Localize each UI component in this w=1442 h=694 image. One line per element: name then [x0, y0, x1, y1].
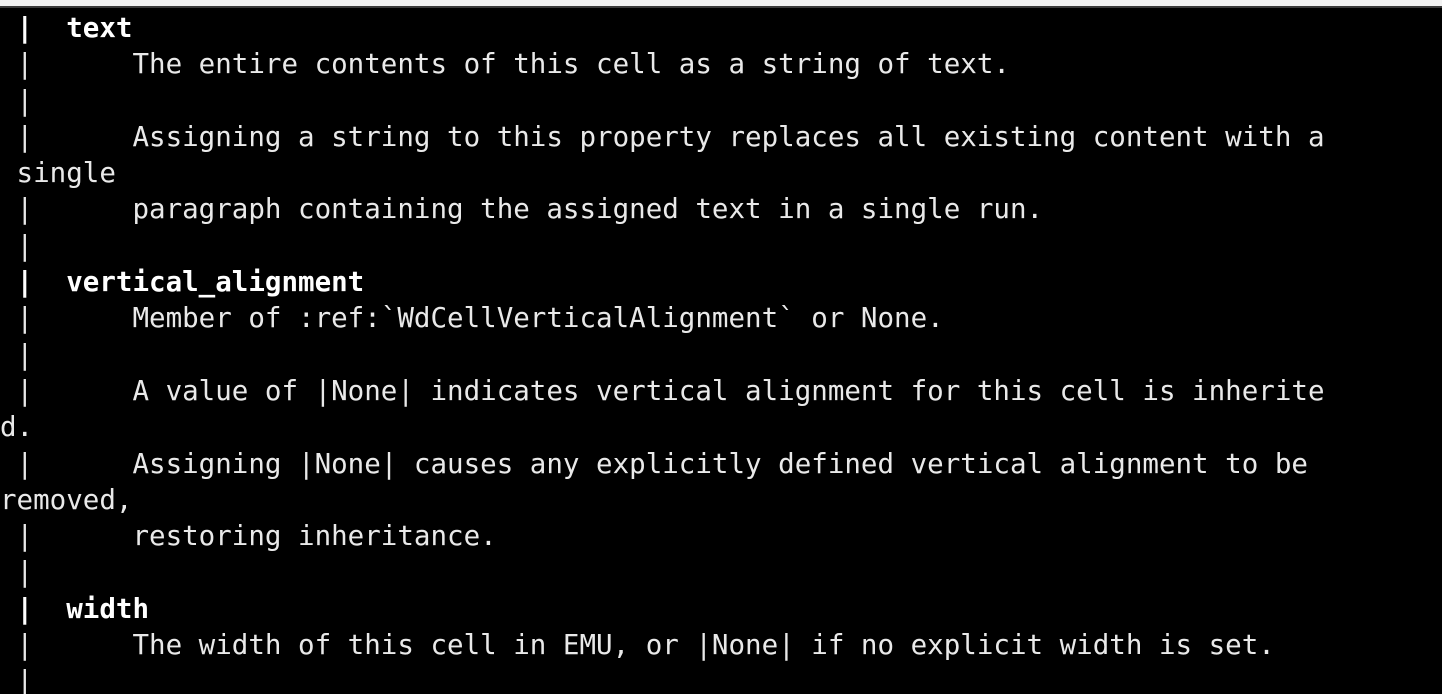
terminal-line: d. — [0, 411, 34, 444]
terminal-line: | — [0, 556, 34, 589]
terminal-line: | Assigning a string to this property re… — [0, 120, 1325, 153]
terminal-line: | Assigning |None| causes any explicitly… — [0, 447, 1308, 480]
terminal-line: single — [0, 157, 116, 190]
terminal-line: | The entire contents of this cell as a … — [0, 48, 1010, 81]
terminal-line: | — [0, 338, 34, 371]
terminal-output-area[interactable]: | text | The entire contents of this cel… — [0, 10, 1442, 694]
terminal-line: | text — [0, 12, 133, 44]
terminal-line: | — [0, 665, 34, 694]
terminal-line: removed, — [0, 483, 133, 516]
terminal-line: | — [0, 84, 34, 117]
terminal-line: | restoring inheritance. — [0, 520, 497, 553]
terminal-line: | — [0, 229, 34, 262]
window-chrome-strip — [0, 0, 1442, 8]
terminal-line: | The width of this cell in EMU, or |Non… — [0, 629, 1275, 662]
terminal-line: | width — [0, 592, 150, 625]
terminal-window: | text | The entire contents of this cel… — [0, 0, 1442, 694]
terminal-line: | A value of |None| indicates vertical a… — [0, 374, 1325, 407]
terminal-line: | vertical_alignment — [0, 266, 365, 299]
terminal-line: | Member of :ref:`WdCellVerticalAlignmen… — [0, 302, 944, 335]
terminal-line: | paragraph containing the assigned text… — [0, 193, 1044, 226]
